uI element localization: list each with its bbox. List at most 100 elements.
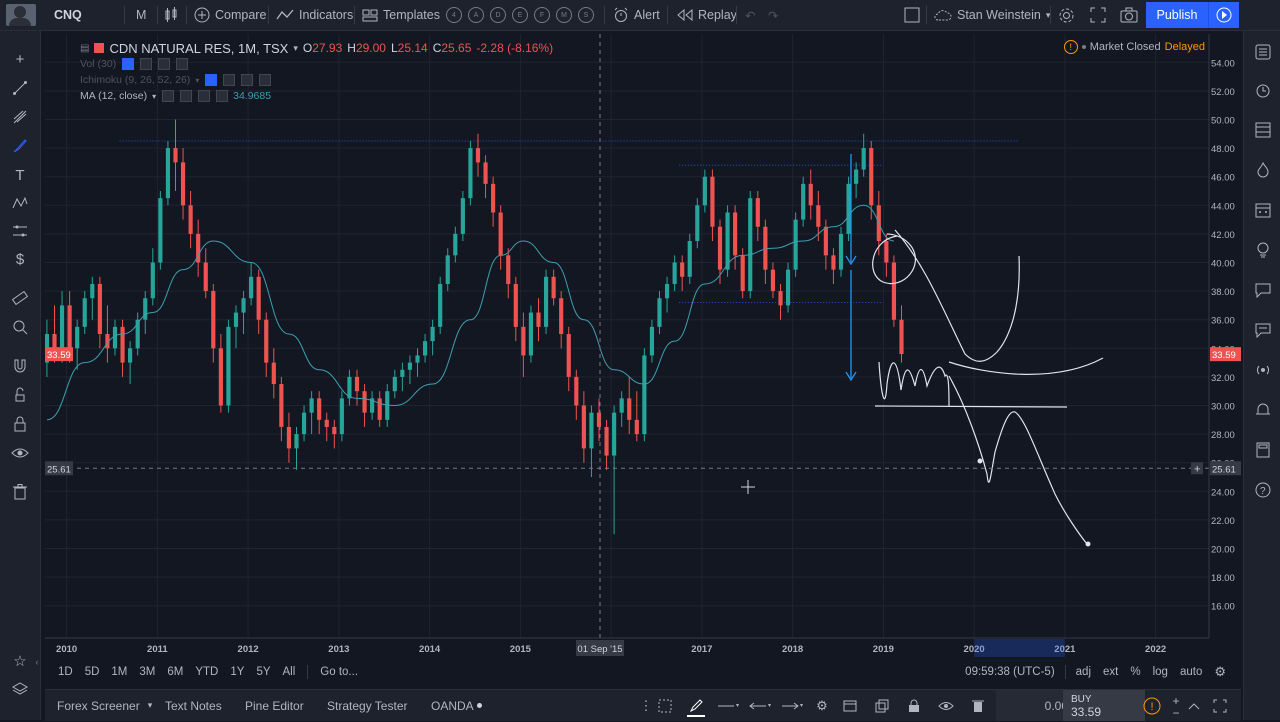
range-all[interactable]: All bbox=[283, 666, 296, 678]
text-icon[interactable]: T bbox=[9, 164, 31, 186]
line-end-icon[interactable] bbox=[779, 697, 805, 715]
tab-forex-screener[interactable]: Forex Screener ▾ bbox=[57, 690, 152, 721]
alarm-clock-icon[interactable] bbox=[1252, 79, 1274, 101]
chart-area[interactable]: 54.00 52.00 50.00 48.00 46.00 44.00 42.00 40.00… bbox=[44, 34, 1241, 658]
price-range-icon[interactable]: $ bbox=[9, 248, 31, 270]
watchlist-icon[interactable] bbox=[1252, 41, 1274, 63]
trend-line-icon[interactable] bbox=[9, 77, 31, 99]
eye-icon[interactable] bbox=[162, 90, 175, 102]
buy-button[interactable]: BUY 33.59 bbox=[1063, 690, 1145, 721]
gear-icon[interactable]: ⚙ bbox=[813, 697, 831, 715]
eye-icon[interactable] bbox=[937, 697, 955, 715]
range-6m[interactable]: 6M bbox=[167, 666, 183, 678]
templates-button[interactable]: Templates bbox=[362, 0, 440, 30]
more-icon[interactable] bbox=[198, 90, 211, 102]
help-icon[interactable]: ? bbox=[1252, 479, 1274, 501]
pen-icon[interactable] bbox=[687, 697, 705, 717]
range-1m[interactable]: 1M bbox=[111, 666, 127, 678]
drawing-mode-icon[interactable] bbox=[9, 384, 31, 406]
replay-button[interactable]: Replay bbox=[677, 0, 737, 30]
range-3m[interactable]: 3M bbox=[139, 666, 155, 678]
goto-date-button[interactable]: Go to... bbox=[320, 666, 358, 678]
symbol-legend[interactable]: ▤ CDN NATURAL RES, 1M, TSX ▾ O 27.93 H 29.… bbox=[80, 40, 553, 56]
settings-icon[interactable] bbox=[180, 90, 193, 102]
template-shortcut[interactable]: F bbox=[534, 7, 550, 23]
gear-icon[interactable]: ⚙ bbox=[1214, 664, 1226, 680]
range-1y[interactable]: 1Y bbox=[230, 666, 244, 678]
fullscreen-button[interactable] bbox=[1090, 0, 1106, 30]
clone-icon[interactable] bbox=[873, 697, 891, 715]
trash-icon[interactable] bbox=[969, 697, 987, 715]
pattern-icon[interactable] bbox=[9, 192, 31, 214]
drag-handle-icon[interactable]: ⋮ bbox=[637, 697, 655, 715]
tab-strategy-tester[interactable]: Strategy Tester bbox=[327, 690, 407, 721]
publish-button[interactable]: Publish bbox=[1146, 2, 1208, 28]
lock-icon[interactable] bbox=[9, 413, 31, 435]
layers-icon[interactable] bbox=[9, 678, 31, 700]
clock-timezone[interactable]: 09:59:38 (UTC-5) bbox=[965, 666, 1054, 678]
chat-icon[interactable] bbox=[1252, 279, 1274, 301]
ideas-icon[interactable] bbox=[1252, 239, 1274, 261]
symbol-search[interactable]: CNQ bbox=[54, 0, 82, 30]
template-shortcut[interactable]: D bbox=[490, 7, 506, 23]
calendar-icon[interactable] bbox=[1252, 199, 1274, 221]
more-icon[interactable] bbox=[158, 58, 171, 70]
template-icon[interactable] bbox=[841, 697, 859, 715]
eye-icon[interactable] bbox=[205, 74, 218, 86]
template-shortcut[interactable]: A bbox=[468, 7, 484, 23]
fullscreen-toggle[interactable] bbox=[904, 0, 920, 30]
tab-oanda[interactable]: OANDA bbox=[431, 690, 482, 721]
hotlist-icon[interactable] bbox=[1252, 159, 1274, 181]
auto-toggle[interactable]: auto bbox=[1180, 666, 1202, 678]
settings-icon[interactable] bbox=[140, 58, 153, 70]
selection-icon[interactable] bbox=[656, 697, 674, 715]
range-1d[interactable]: 1D bbox=[58, 666, 73, 678]
ruler-icon[interactable] bbox=[9, 287, 31, 309]
messages-icon[interactable] bbox=[1252, 319, 1274, 341]
zoom-icon[interactable] bbox=[9, 316, 31, 338]
collapse-toolbar-icon[interactable]: ‹ bbox=[33, 651, 41, 673]
undo-button[interactable]: ↶ bbox=[745, 0, 755, 30]
template-shortcut[interactable]: 4 bbox=[446, 7, 462, 23]
prediction-icon[interactable] bbox=[9, 220, 31, 242]
chevron-down-icon[interactable]: ▾ bbox=[152, 92, 156, 101]
close-icon[interactable] bbox=[216, 90, 229, 102]
indicators-button[interactable]: Indicators bbox=[276, 0, 353, 30]
eye-icon[interactable] bbox=[122, 58, 135, 70]
template-shortcut[interactable]: M bbox=[556, 7, 572, 23]
tab-pine-editor[interactable]: Pine Editor bbox=[245, 690, 304, 721]
compare-button[interactable]: Compare bbox=[194, 0, 266, 30]
bar-style-button[interactable] bbox=[164, 0, 178, 30]
interval-button[interactable]: M bbox=[136, 0, 146, 30]
redo-button[interactable]: ↷ bbox=[768, 0, 778, 30]
percent-toggle[interactable]: % bbox=[1130, 666, 1140, 678]
range-5d[interactable]: 5D bbox=[85, 666, 100, 678]
star-icon[interactable]: ☆ bbox=[9, 650, 31, 672]
ext-toggle[interactable]: ext bbox=[1103, 666, 1118, 678]
template-shortcut[interactable]: E bbox=[512, 7, 528, 23]
streams-icon[interactable] bbox=[1252, 359, 1274, 381]
calculator-icon[interactable] bbox=[1252, 439, 1274, 461]
data-window-icon[interactable] bbox=[1252, 119, 1274, 141]
template-shortcut[interactable]: S bbox=[578, 7, 594, 23]
line-start-icon[interactable] bbox=[747, 697, 773, 715]
user-avatar[interactable] bbox=[6, 4, 36, 26]
trash-icon[interactable] bbox=[9, 481, 31, 503]
notifications-icon[interactable] bbox=[1252, 399, 1274, 421]
line-style-icon[interactable] bbox=[715, 697, 741, 715]
chevron-down-icon[interactable]: ▾ bbox=[293, 43, 298, 54]
settings-button[interactable] bbox=[1058, 0, 1075, 30]
eye-icon[interactable] bbox=[9, 442, 31, 464]
adj-toggle[interactable]: adj bbox=[1076, 666, 1091, 678]
pitchfork-icon[interactable] bbox=[9, 106, 31, 128]
price-chart[interactable]: 54.00 52.00 50.00 48.00 46.00 44.00 42.00 40.00… bbox=[44, 34, 1241, 658]
publish-menu-button[interactable] bbox=[1208, 2, 1239, 28]
chevron-up-icon[interactable] bbox=[1185, 697, 1203, 715]
ma-legend[interactable]: MA (12, close) ▾ 34.9685 bbox=[80, 88, 553, 104]
minus-icon[interactable]: − bbox=[1167, 704, 1185, 722]
order-quantity[interactable]: 0.00 bbox=[996, 690, 1072, 721]
close-icon[interactable] bbox=[176, 58, 189, 70]
magnet-icon[interactable] bbox=[9, 355, 31, 377]
tab-text-notes[interactable]: Text Notes bbox=[165, 690, 222, 721]
lock-icon[interactable] bbox=[905, 697, 923, 715]
